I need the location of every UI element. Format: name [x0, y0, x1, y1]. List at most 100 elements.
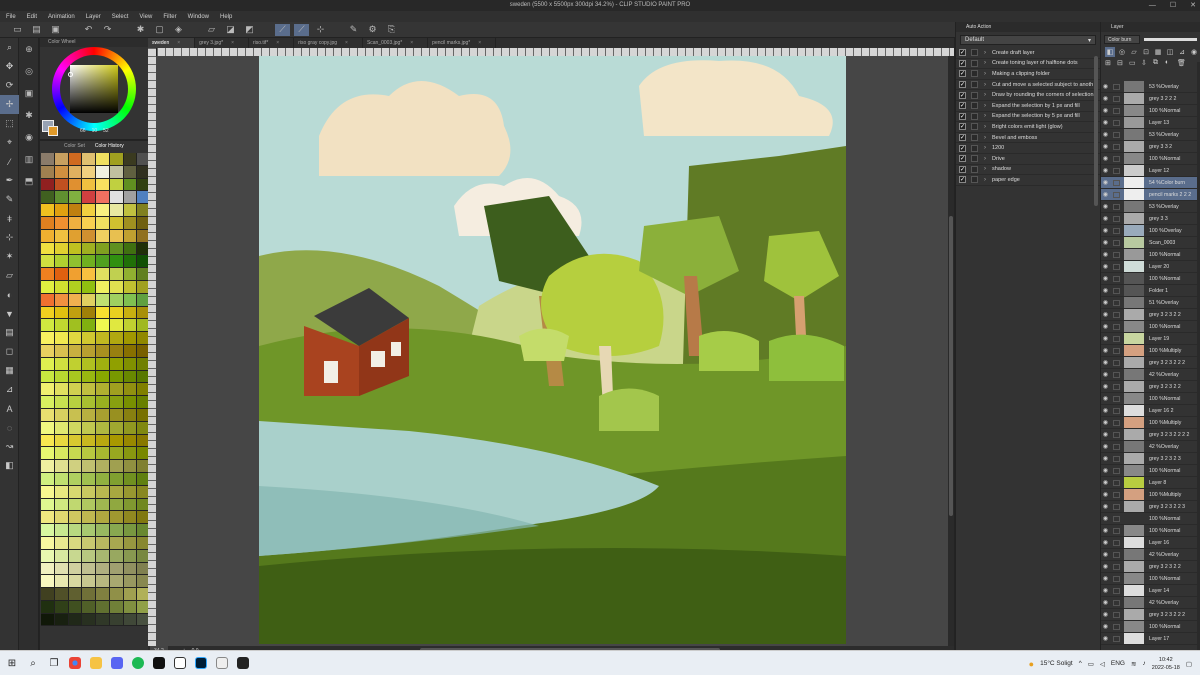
- color-swatch[interactable]: [96, 408, 110, 422]
- pencil-tool-icon[interactable]: ✎: [0, 190, 19, 209]
- color-swatch[interactable]: [109, 319, 124, 333]
- minimize-button[interactable]: —: [1149, 0, 1156, 11]
- new-vector-layer-icon[interactable]: ⊟: [1117, 59, 1127, 69]
- color-swatch[interactable]: [54, 562, 69, 576]
- color-swatch[interactable]: [54, 383, 69, 397]
- layer-row[interactable]: ◉ 42 %Overlay: [1101, 597, 1200, 609]
- notification-icon[interactable]: ▢: [1186, 660, 1192, 668]
- color-swatch[interactable]: [41, 460, 55, 473]
- new-raster-layer-icon[interactable]: ⊞: [1105, 59, 1115, 69]
- eye-icon[interactable]: ◉: [1101, 587, 1110, 594]
- eye-icon[interactable]: ◉: [1101, 263, 1110, 270]
- layer-row[interactable]: ◉ 100 %Overlay: [1101, 225, 1200, 237]
- eye-icon[interactable]: ◉: [1101, 611, 1110, 618]
- dialog-toggle[interactable]: [971, 91, 978, 99]
- layer-edit-checkbox[interactable]: [1113, 275, 1120, 282]
- color-swatch[interactable]: [96, 498, 110, 512]
- color-swatch[interactable]: [123, 472, 138, 486]
- rotate-tool-icon[interactable]: ⟳: [0, 76, 19, 95]
- layer-edit-checkbox[interactable]: [1113, 395, 1120, 402]
- layer-mask-icon[interactable]: ◐: [1165, 59, 1175, 69]
- color-swatch[interactable]: [41, 421, 55, 435]
- sub-tool-settings-icon[interactable]: ✱: [19, 104, 39, 126]
- object-tool-icon[interactable]: ✢: [0, 95, 19, 114]
- color-swatch[interactable]: [123, 600, 138, 614]
- export-icon[interactable]: ⎘: [384, 24, 399, 36]
- color-swatch[interactable]: [96, 549, 110, 563]
- color-swatch[interactable]: [82, 588, 96, 601]
- color-swatch[interactable]: [96, 613, 110, 627]
- layer-edit-checkbox[interactable]: [1113, 83, 1120, 90]
- color-swatch[interactable]: [54, 216, 69, 230]
- color-swatch[interactable]: [41, 447, 55, 461]
- layer-row[interactable]: ◉ 100 %Normal: [1101, 465, 1200, 477]
- color-swatch[interactable]: [82, 536, 96, 550]
- layer-edit-checkbox[interactable]: [1113, 575, 1120, 582]
- eye-icon[interactable]: ◉: [1101, 575, 1110, 582]
- color-swatch[interactable]: [82, 434, 96, 448]
- color-swatch[interactable]: [109, 370, 124, 384]
- notion-icon[interactable]: [171, 654, 189, 672]
- layer-row[interactable]: ◉ Layer 17: [1101, 633, 1200, 645]
- color-swatch[interactable]: [41, 165, 55, 179]
- sub-tool-extra-icon[interactable]: ⬒: [19, 170, 39, 192]
- auto-action-item[interactable]: ✓ › Expand the selection by 1 px and fill: [956, 101, 1100, 112]
- color-swatch[interactable]: [41, 511, 55, 525]
- color-swatch[interactable]: [109, 588, 124, 601]
- color-swatch[interactable]: [54, 536, 69, 550]
- chevron-right-icon[interactable]: ›: [984, 177, 992, 183]
- eye-icon[interactable]: ◉: [1101, 155, 1110, 162]
- dialog-toggle[interactable]: [971, 155, 978, 163]
- sub-tool-color-icon[interactable]: ◉: [19, 126, 39, 148]
- dialog-toggle[interactable]: [971, 144, 978, 152]
- layer-edit-checkbox[interactable]: [1113, 287, 1120, 294]
- color-swatch[interactable]: [109, 344, 124, 358]
- close-tab-icon[interactable]: ×: [231, 40, 234, 46]
- color-swatch[interactable]: [82, 370, 96, 384]
- color-swatch[interactable]: [82, 472, 96, 486]
- combine-icon[interactable]: ⧉: [1153, 59, 1163, 69]
- color-swatch[interactable]: [82, 447, 96, 461]
- color-swatch[interactable]: [41, 242, 55, 256]
- color-swatch[interactable]: [68, 293, 83, 307]
- color-swatch[interactable]: [82, 485, 96, 499]
- color-swatch[interactable]: [96, 229, 110, 243]
- color-swatch[interactable]: [68, 447, 83, 461]
- menu-layer[interactable]: Layer: [86, 14, 101, 20]
- color-swatch[interactable]: [96, 319, 110, 333]
- color-swatch[interactable]: [41, 293, 55, 307]
- color-swatch[interactable]: [54, 588, 69, 601]
- color-swatch[interactable]: [41, 319, 55, 333]
- figure-tool-icon[interactable]: ◻: [0, 342, 19, 361]
- color-swatch[interactable]: [54, 344, 69, 358]
- layer-row[interactable]: ◉ Folder 1: [1101, 285, 1200, 297]
- opacity-slider[interactable]: [1144, 37, 1197, 41]
- fill-tool-icon[interactable]: ▼: [0, 304, 19, 323]
- layer-edit-checkbox[interactable]: [1113, 635, 1120, 642]
- layer-row[interactable]: ◉ Layer 8: [1101, 477, 1200, 489]
- close-tab-icon[interactable]: ×: [276, 40, 279, 46]
- color-swatch[interactable]: [54, 434, 69, 448]
- layer-row[interactable]: ◉ Layer 16: [1101, 537, 1200, 549]
- fill-icon[interactable]: ◈: [171, 24, 186, 36]
- color-swatch[interactable]: [82, 498, 96, 512]
- close-button[interactable]: ✕: [1190, 0, 1196, 11]
- layer-row[interactable]: ◉ 100 %Normal: [1101, 273, 1200, 285]
- eye-icon[interactable]: ◉: [1101, 275, 1110, 282]
- text-tool-icon[interactable]: A: [0, 399, 19, 418]
- chevron-right-icon[interactable]: ›: [984, 50, 992, 56]
- chevron-right-icon[interactable]: ›: [984, 92, 992, 98]
- auto-action-item[interactable]: ✓ › Draw by rounding the corners of select…: [956, 90, 1100, 101]
- layer-edit-checkbox[interactable]: [1113, 323, 1120, 330]
- color-swatch[interactable]: [54, 268, 69, 281]
- auto-action-item[interactable]: ✓ › Cut and move a selected subject to ano…: [956, 80, 1100, 91]
- eye-icon[interactable]: ◉: [1101, 623, 1110, 630]
- layer-row[interactable]: ◉ 100 %Multiply: [1101, 345, 1200, 357]
- color-swatch[interactable]: [68, 153, 83, 166]
- layer-edit-checkbox[interactable]: [1113, 527, 1120, 534]
- color-swatch[interactable]: [54, 396, 69, 409]
- start-icon[interactable]: ⊞: [3, 654, 21, 672]
- color-swatch[interactable]: [109, 511, 124, 525]
- color-swatch[interactable]: [96, 524, 110, 537]
- layer-row[interactable]: ◉ 42 %Overlay: [1101, 549, 1200, 561]
